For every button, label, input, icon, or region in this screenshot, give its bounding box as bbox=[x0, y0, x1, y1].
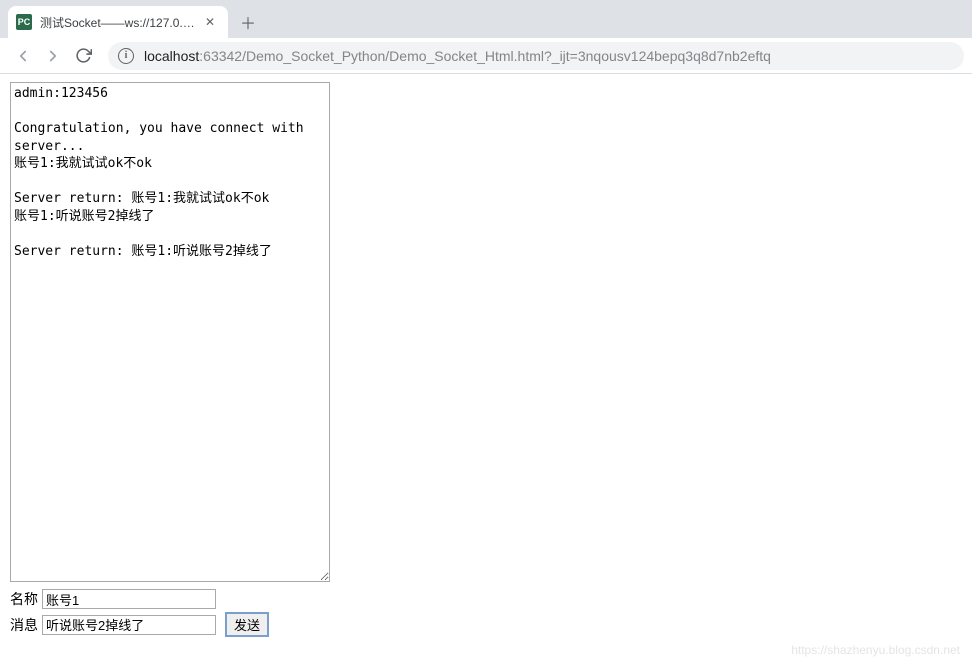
forward-button[interactable] bbox=[38, 41, 68, 71]
message-label: 消息 bbox=[10, 615, 42, 635]
name-label: 名称 bbox=[10, 589, 42, 609]
message-input[interactable] bbox=[42, 615, 216, 635]
tab-strip: PC 测试Socket——ws://127.0.0.1: ✕ ＋ bbox=[0, 0, 972, 38]
tab-title: 测试Socket——ws://127.0.0.1: bbox=[40, 14, 196, 31]
reload-button[interactable] bbox=[68, 41, 98, 71]
url-text: localhost:63342/Demo_Socket_Python/Demo_… bbox=[144, 48, 771, 64]
site-info-icon[interactable]: i bbox=[118, 48, 134, 64]
url-host: localhost bbox=[144, 48, 199, 64]
watermark: https://shazhenyu.blog.csdn.net bbox=[791, 643, 960, 657]
name-row: 名称 bbox=[10, 589, 962, 609]
address-bar[interactable]: i localhost:63342/Demo_Socket_Python/Dem… bbox=[108, 42, 964, 70]
back-button[interactable] bbox=[8, 41, 38, 71]
new-tab-button[interactable]: ＋ bbox=[234, 8, 262, 36]
browser-toolbar: i localhost:63342/Demo_Socket_Python/Dem… bbox=[0, 38, 972, 74]
tab-favicon: PC bbox=[16, 14, 32, 30]
message-row: 消息 发送 bbox=[10, 613, 962, 636]
close-icon[interactable]: ✕ bbox=[202, 14, 218, 30]
url-rest: :63342/Demo_Socket_Python/Demo_Socket_Ht… bbox=[199, 48, 771, 64]
send-button[interactable]: 发送 bbox=[226, 613, 268, 636]
log-textarea[interactable] bbox=[10, 82, 330, 582]
browser-tab[interactable]: PC 测试Socket——ws://127.0.0.1: ✕ bbox=[8, 6, 228, 38]
name-input[interactable] bbox=[42, 589, 216, 609]
page-content: 名称 消息 发送 bbox=[0, 74, 972, 644]
